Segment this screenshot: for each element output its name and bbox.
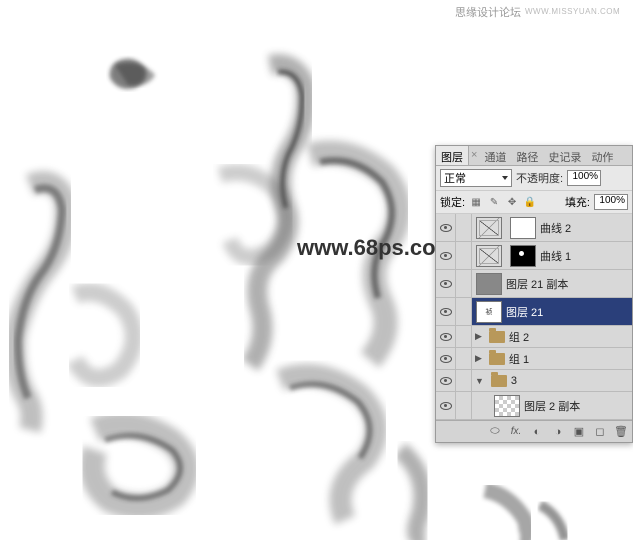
tab-channels[interactable]: 通道	[479, 146, 511, 165]
expand-icon[interactable]: ▶	[475, 331, 482, 342]
lock-fill-row: 锁定: ▦ ✎ ✥ 🔒 填充: 100%	[436, 191, 632, 214]
visibility-toggle[interactable]	[436, 270, 456, 297]
link-col[interactable]	[456, 298, 472, 325]
lock-move-icon[interactable]: ✥	[505, 195, 519, 209]
opacity-input[interactable]: 100%	[567, 170, 601, 186]
link-col[interactable]	[456, 392, 472, 419]
panel-footer: ⬭ fx. ◐ ◑ ▣ ◻ 🗑	[436, 420, 632, 442]
folder-icon	[489, 331, 505, 343]
link-col[interactable]	[456, 370, 472, 391]
trash-icon[interactable]: 🗑	[614, 425, 628, 439]
mask-thumbnail[interactable]	[510, 217, 536, 239]
visibility-toggle[interactable]	[436, 392, 456, 419]
curves-thumbnail[interactable]	[476, 245, 502, 267]
header-subtitle: WWW.MISSYUAN.COM	[525, 7, 620, 16]
adjustment-layer-icon[interactable]: ◑	[551, 425, 565, 439]
layer-name: 图层 21 副本	[506, 276, 568, 292]
layer-folder-row-open[interactable]: ▼ 3	[436, 370, 632, 392]
blend-mode-dropdown[interactable]: 正常	[440, 169, 512, 187]
link-col[interactable]	[456, 326, 472, 347]
folder-icon	[491, 375, 507, 387]
eye-icon	[440, 224, 452, 232]
tab-paths[interactable]: 路径	[511, 146, 543, 165]
layer-row-selected[interactable]: 祯 图层 21	[436, 298, 632, 326]
eye-icon	[440, 402, 452, 410]
new-folder-icon[interactable]: ▣	[572, 425, 586, 439]
tab-layers[interactable]: 图层	[436, 146, 469, 165]
link-col[interactable]	[456, 214, 472, 241]
layer-name: 3	[511, 375, 517, 387]
layer-name: 图层 21	[506, 304, 543, 320]
layer-fx-icon[interactable]: fx.	[509, 425, 523, 439]
collapse-icon[interactable]: ▼	[475, 376, 484, 386]
layer-row[interactable]: 曲线 1	[436, 242, 632, 270]
layer-thumbnail[interactable]: 祯	[476, 301, 502, 323]
visibility-toggle[interactable]	[436, 370, 456, 391]
opacity-label: 不透明度:	[516, 170, 563, 186]
layer-list: 曲线 2 曲线 1 图层 21 副本 祯 图层 21 ▶ 组 2	[436, 214, 632, 420]
visibility-toggle[interactable]	[436, 214, 456, 241]
curves-thumbnail[interactable]	[476, 217, 502, 239]
lock-all-icon[interactable]: 🔒	[523, 195, 537, 209]
link-col[interactable]	[456, 348, 472, 369]
folder-icon	[489, 353, 505, 365]
lock-brush-icon[interactable]: ✎	[487, 195, 501, 209]
expand-icon[interactable]: ▶	[475, 353, 482, 364]
eye-icon	[440, 280, 452, 288]
layer-name: 曲线 2	[540, 220, 571, 236]
blend-mode-value: 正常	[444, 170, 466, 186]
visibility-toggle[interactable]	[436, 348, 456, 369]
layer-name: 图层 2 副本	[524, 398, 580, 414]
layer-row-nested[interactable]: 图层 2 副本	[436, 392, 632, 420]
eye-icon	[440, 377, 452, 385]
layer-row[interactable]: 曲线 2	[436, 214, 632, 242]
layer-row[interactable]: 图层 21 副本	[436, 270, 632, 298]
chevron-down-icon	[502, 176, 508, 180]
eye-icon	[440, 355, 452, 363]
header-title: 思缘设计论坛	[455, 4, 521, 20]
tab-history[interactable]: 史记录	[543, 146, 586, 165]
panel-tabs: 图层 × 通道 路径 史记录 动作	[436, 146, 632, 166]
layer-name: 曲线 1	[540, 248, 571, 264]
eye-icon	[440, 252, 452, 260]
layer-mask-icon[interactable]: ◐	[530, 425, 544, 439]
link-layers-icon[interactable]: ⬭	[488, 425, 502, 439]
mask-thumbnail[interactable]	[510, 245, 536, 267]
visibility-toggle[interactable]	[436, 242, 456, 269]
tab-close-x[interactable]: ×	[469, 146, 479, 165]
link-col[interactable]	[456, 270, 472, 297]
fill-label: 填充:	[565, 194, 590, 210]
layer-name: 组 1	[509, 351, 529, 367]
eye-icon	[440, 333, 452, 341]
lock-transparency-icon[interactable]: ▦	[469, 195, 483, 209]
eye-icon	[440, 308, 452, 316]
tab-actions[interactable]: 动作	[586, 146, 618, 165]
watermark-text: www.68ps.com	[297, 235, 455, 261]
lock-label: 锁定:	[440, 194, 465, 210]
layers-panel: 图层 × 通道 路径 史记录 动作 正常 不透明度: 100% 锁定: ▦ ✎ …	[435, 145, 633, 443]
visibility-toggle[interactable]	[436, 326, 456, 347]
visibility-toggle[interactable]	[436, 298, 456, 325]
new-layer-icon[interactable]: ◻	[593, 425, 607, 439]
link-col[interactable]	[456, 242, 472, 269]
layer-folder-row[interactable]: ▶ 组 2	[436, 326, 632, 348]
layer-thumbnail[interactable]	[494, 395, 520, 417]
layer-folder-row[interactable]: ▶ 组 1	[436, 348, 632, 370]
fill-input[interactable]: 100%	[594, 194, 628, 210]
blend-opacity-row: 正常 不透明度: 100%	[436, 166, 632, 191]
layer-thumbnail[interactable]	[476, 273, 502, 295]
layer-name: 组 2	[509, 329, 529, 345]
